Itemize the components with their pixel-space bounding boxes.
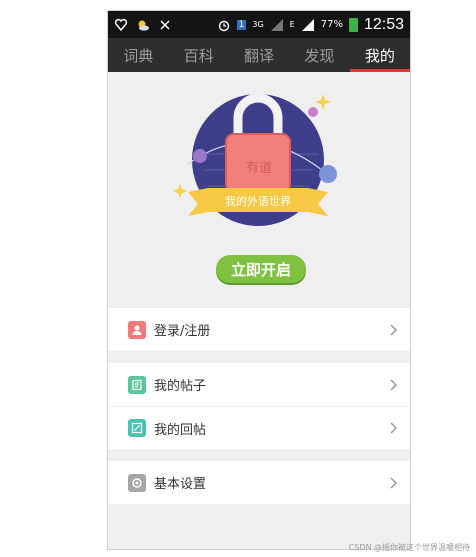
open-now-button[interactable]: 立即开启 xyxy=(216,255,306,283)
reply-icon xyxy=(128,419,146,437)
alarm-icon xyxy=(218,20,229,31)
chevron-right-icon xyxy=(390,378,398,391)
battery-percent: 77% xyxy=(320,19,343,30)
menu-group-settings: 基本设置 xyxy=(108,461,410,504)
login-register-item[interactable]: 登录/注册 xyxy=(108,308,410,351)
tab-encyclopedia[interactable]: 百科 xyxy=(168,38,228,72)
tab-discover[interactable]: 发现 xyxy=(289,38,349,72)
phone-screen: 1 3G E 77% 12:53 词典 百科 翻译 发现 我的 有道 我的外语世… xyxy=(107,10,411,550)
watermark: CSDN @摇你被这个世界温暖相待 xyxy=(348,543,470,552)
signal-type-label: 3G xyxy=(252,20,264,29)
item-label: 我的回帖 xyxy=(154,422,207,438)
item-label: 基本设置 xyxy=(154,477,207,492)
sim-badge-icon: 1 xyxy=(236,19,247,30)
menu-group-posts: 我的帖子 我的回帖 xyxy=(108,363,410,449)
signal-strength-icon xyxy=(270,18,283,31)
network-type-label: E xyxy=(289,20,295,29)
promo-banner: 有道 我的外语世界 立即开启 xyxy=(108,72,410,308)
chevron-right-icon xyxy=(390,323,398,336)
chevron-right-icon xyxy=(390,476,398,489)
my-posts-item[interactable]: 我的帖子 xyxy=(108,363,410,406)
status-bar: 1 3G E 77% 12:53 xyxy=(108,11,410,38)
post-icon xyxy=(128,375,146,394)
chevron-right-icon xyxy=(390,422,398,434)
battery-icon xyxy=(348,17,358,32)
basic-settings-item[interactable]: 基本设置 xyxy=(108,461,410,504)
weather-icon xyxy=(138,20,149,31)
menu-group-account: 登录/注册 xyxy=(108,308,410,351)
no-call-icon xyxy=(160,19,170,30)
heart-shield-icon xyxy=(114,18,128,31)
lock-illustration: 有道 我的外语世界 xyxy=(173,93,337,226)
signal-icon xyxy=(301,18,314,31)
user-icon xyxy=(128,320,146,339)
clock-time: 12:53 xyxy=(363,15,404,33)
my-replies-item[interactable]: 我的回帖 xyxy=(108,406,410,449)
gear-icon xyxy=(128,473,146,492)
item-label: 登录/注册 xyxy=(154,324,211,339)
item-label: 我的帖子 xyxy=(154,379,207,394)
tab-dictionary[interactable]: 词典 xyxy=(108,38,168,72)
lock-text: 有道 xyxy=(246,161,272,176)
top-tab-bar: 词典 百科 翻译 发现 我的 xyxy=(108,38,410,72)
ribbon-text: 我的外语世界 xyxy=(225,194,291,208)
tab-translate[interactable]: 翻译 xyxy=(229,38,289,72)
tab-mine[interactable]: 我的 xyxy=(349,38,410,72)
